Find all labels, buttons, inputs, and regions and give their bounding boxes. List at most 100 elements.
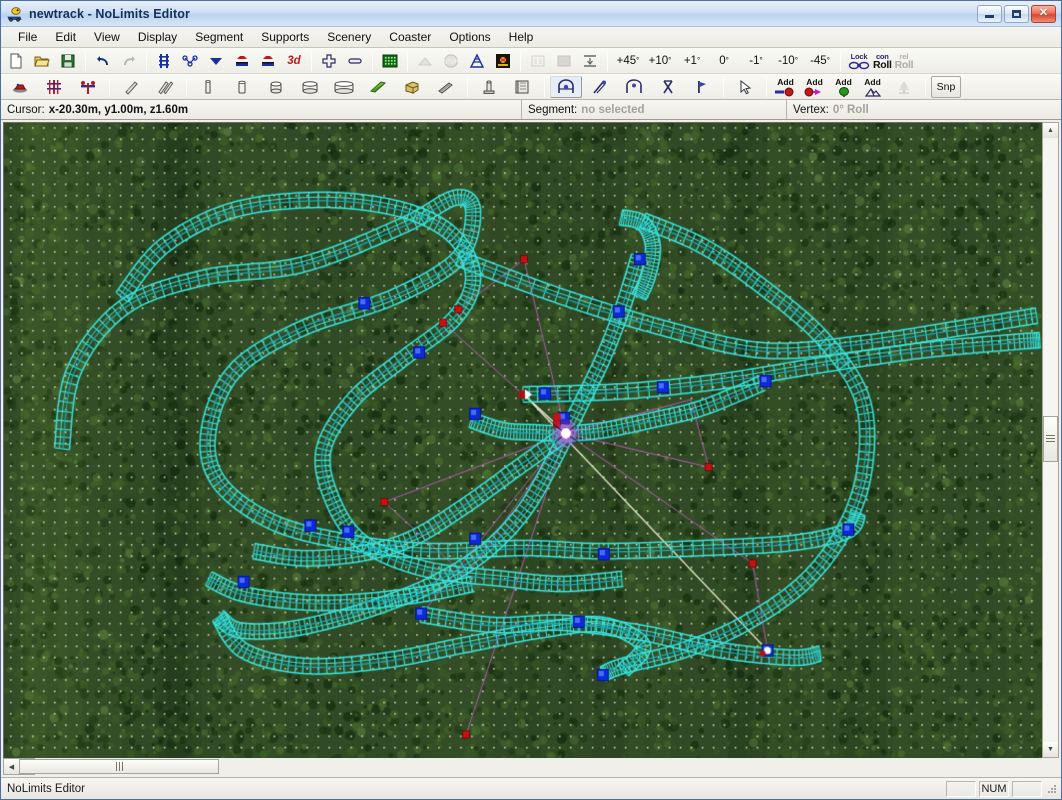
rotate-minus-10-button[interactable]: -10 ° (773, 50, 803, 72)
green-plate-icon (369, 79, 387, 95)
show-train-button[interactable] (230, 50, 254, 72)
vertical-scroll-track[interactable] (1043, 138, 1058, 742)
menu-item-display[interactable]: Display (129, 28, 186, 46)
track-grid-icon (156, 53, 172, 69)
rotate-plus-1-button[interactable]: +1 ° (677, 50, 707, 72)
vertical-scroll-thumb[interactable] (1043, 415, 1058, 462)
cylinder-medium-button[interactable] (294, 76, 326, 98)
chain-link-icon (848, 61, 870, 70)
close-button[interactable]: ✕ (1031, 4, 1056, 23)
minimize-button[interactable] (977, 4, 1002, 23)
info-bar: Cursor: x-20.30m, y1.00m, z1.60m Segment… (1, 100, 1061, 120)
open-file-button[interactable] (30, 50, 54, 72)
resize-grip[interactable] (1046, 783, 1058, 795)
toolbar-separator (723, 76, 724, 97)
save-file-button[interactable] (56, 50, 80, 72)
flange-button[interactable] (507, 76, 539, 98)
undo-button[interactable] (91, 50, 115, 72)
launch-track-icon (495, 53, 511, 69)
add-support-node-button[interactable] (38, 76, 70, 98)
menu-item-scenery[interactable]: Scenery (318, 28, 380, 46)
plate-green-button[interactable] (362, 76, 394, 98)
tube-thin-button[interactable] (192, 76, 224, 98)
vertical-scrollbar[interactable]: ▲ ▼ (1042, 122, 1059, 758)
con-roll-bottom-label: Roll (873, 58, 892, 71)
station-button[interactable] (413, 50, 437, 72)
rotate-minus-1-button[interactable]: -1 ° (741, 50, 771, 72)
fill-button[interactable] (552, 50, 576, 72)
menu-item-view[interactable]: View (85, 28, 129, 46)
rel-roll-button[interactable]: rel Roll (895, 52, 914, 70)
place-tree-button[interactable] (888, 76, 920, 98)
redo-button[interactable] (117, 50, 141, 72)
add-tree-button[interactable]: Add (830, 76, 857, 98)
support-template-a-button[interactable] (550, 75, 582, 98)
menu-item-file[interactable]: File (9, 28, 46, 46)
box-beam-button[interactable] (396, 76, 428, 98)
show-vertices-button[interactable] (204, 50, 228, 72)
con-roll-button[interactable]: con Roll (873, 52, 892, 70)
rotate-plus-45-button[interactable]: +45 ° (613, 50, 643, 72)
cursor-label: Cursor: (7, 103, 45, 116)
launch-button[interactable] (491, 50, 515, 72)
new-file-button[interactable] (4, 50, 28, 72)
show-nodes-button[interactable] (178, 50, 202, 72)
angle-beam-button[interactable] (430, 76, 462, 98)
horizontal-scrollbar[interactable]: ◀ ▶ (3, 758, 219, 775)
terrain-editor-button[interactable] (378, 50, 402, 72)
scroll-left-button[interactable]: ◀ (4, 759, 19, 774)
support-template-b-button[interactable] (584, 76, 616, 98)
menu-item-segment[interactable]: Segment (186, 28, 252, 46)
snap-button[interactable]: Snp (931, 75, 961, 98)
scroll-down-button[interactable]: ▼ (1043, 742, 1058, 757)
horizontal-scroll-thumb[interactable] (19, 759, 219, 774)
double-beam-tool-button[interactable] (149, 76, 181, 98)
properties-button[interactable] (526, 50, 550, 72)
add-terrain-button[interactable]: Add (859, 76, 886, 98)
menu-item-coaster[interactable]: Coaster (380, 28, 440, 46)
zoom-out-button[interactable] (343, 50, 367, 72)
lock-roll-button[interactable]: Lock (848, 52, 870, 70)
status-caps-pane (946, 780, 976, 797)
rotate-zero-button[interactable]: 0 ° (709, 50, 739, 72)
add-segment-button[interactable]: Add (772, 76, 799, 98)
menu-item-help[interactable]: Help (500, 28, 543, 46)
add-red-node-icon (774, 87, 798, 97)
status-message: NoLimits Editor (7, 782, 85, 795)
maximize-button[interactable] (1004, 4, 1029, 23)
add-support-beam-button[interactable] (72, 76, 104, 98)
show-track-button[interactable] (152, 50, 176, 72)
vertex-chevron-icon (208, 53, 224, 69)
coaster-car-icon (7, 6, 23, 22)
view-3d-button[interactable]: 3d (282, 50, 306, 72)
scroll-up-button[interactable]: ▲ (1043, 123, 1058, 138)
beam-tool-button[interactable] (115, 76, 147, 98)
menu-item-options[interactable]: Options (440, 28, 499, 46)
add-button-label: Add (835, 76, 852, 87)
support-template-d-button[interactable] (652, 76, 684, 98)
select-tool-button[interactable] (729, 76, 761, 98)
rotate-plus-10-button[interactable]: +10 ° (645, 50, 675, 72)
support-template-c-button[interactable] (618, 76, 650, 98)
cylinder-large-button[interactable] (328, 76, 360, 98)
zoom-in-button[interactable] (317, 50, 341, 72)
plus-icon (321, 53, 337, 69)
tube-small-button[interactable] (226, 76, 258, 98)
cylinder-small-button[interactable] (260, 76, 292, 98)
lift-button[interactable] (465, 50, 489, 72)
add-vertex-button[interactable]: Add (801, 76, 828, 98)
track-canvas-container[interactable] (3, 122, 1042, 758)
double-beam-icon (157, 79, 173, 95)
scenery-object-button[interactable] (4, 76, 36, 98)
show-train-alt-button[interactable] (256, 50, 280, 72)
flatten-button[interactable] (578, 50, 602, 72)
track-editor-canvas[interactable] (4, 123, 1042, 758)
brake-button[interactable]: STOP (439, 50, 463, 72)
rel-roll-bottom-label: Roll (894, 58, 914, 71)
menu-item-edit[interactable]: Edit (46, 28, 85, 46)
support-template-e-button[interactable] (686, 76, 718, 98)
toolbar-separator (311, 50, 312, 71)
menu-item-supports[interactable]: Supports (252, 28, 318, 46)
footer-button[interactable] (473, 76, 505, 98)
rotate-minus-45-button[interactable]: -45 ° (805, 50, 835, 72)
